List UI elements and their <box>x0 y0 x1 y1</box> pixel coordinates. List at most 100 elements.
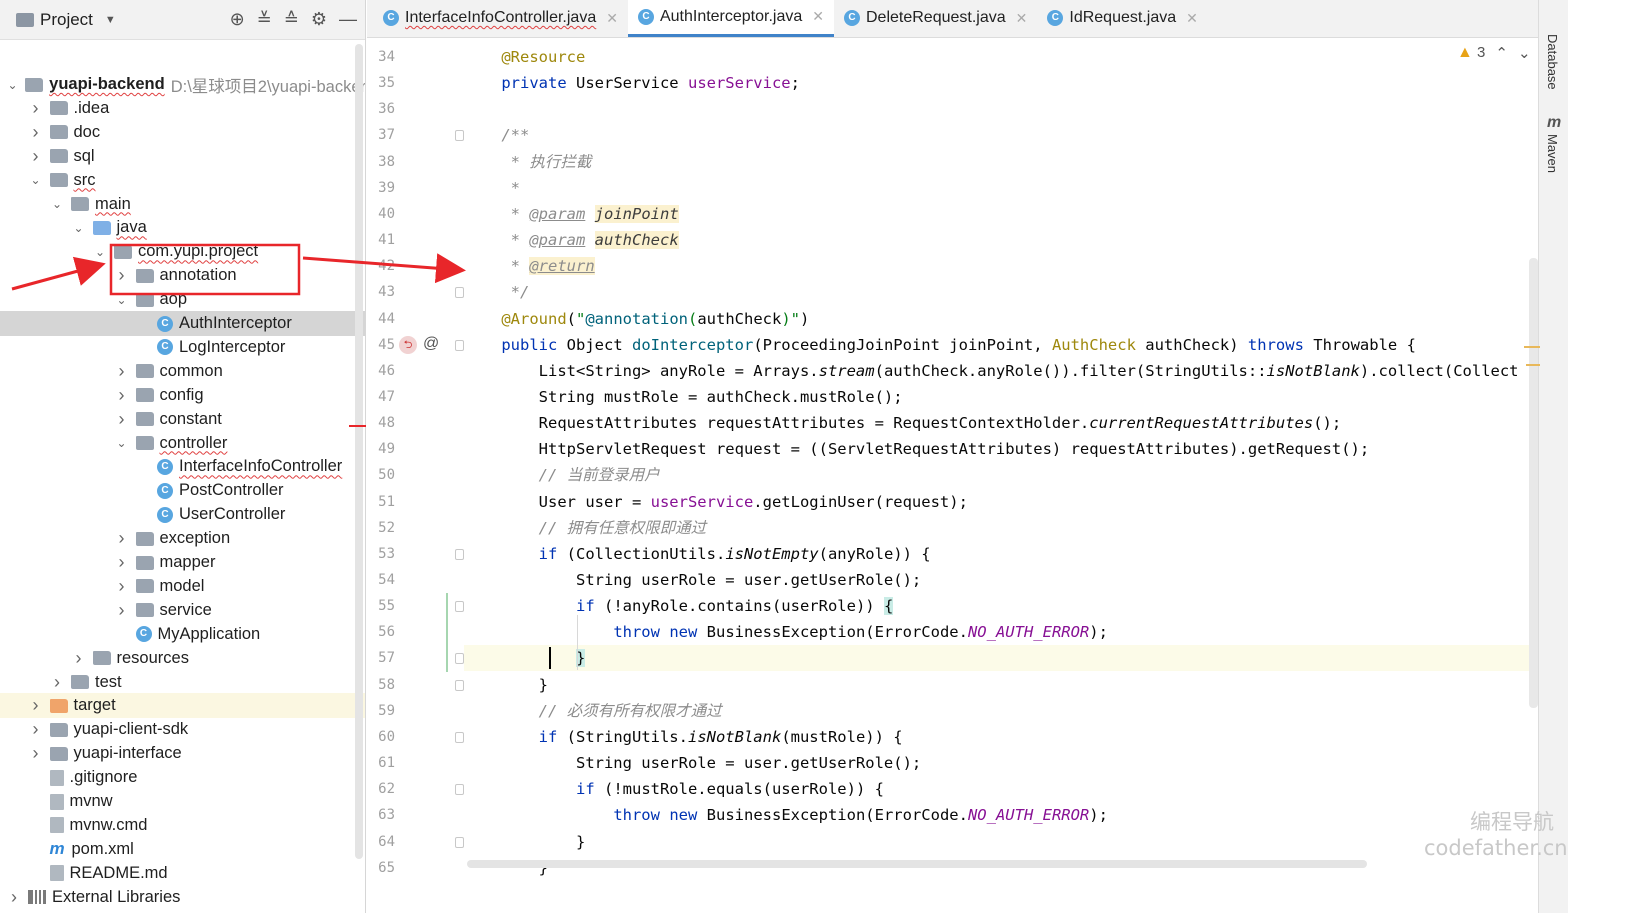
tree-item[interactable]: mvnw.cmd <box>0 813 365 838</box>
chevron-right-icon[interactable]: › <box>28 743 44 764</box>
chevron-right-icon[interactable]: › <box>114 361 130 382</box>
annotation-gutter-icon[interactable]: @ <box>423 335 439 353</box>
chevron-right-icon[interactable]: › <box>114 385 130 406</box>
tree-item[interactable]: › target <box>0 693 365 719</box>
chevron-right-icon[interactable]: › <box>114 600 130 621</box>
watermark-text: 编程导航 <box>1470 810 1554 834</box>
tree-item[interactable]: C PostController <box>0 478 365 503</box>
chevron-right-icon[interactable]: › <box>114 576 130 597</box>
tree-item[interactable]: ⌄ controller <box>0 431 365 456</box>
tree-item[interactable]: › constant <box>0 407 365 432</box>
chevron-down-icon[interactable]: ▼ <box>105 14 116 26</box>
close-icon[interactable]: ✕ <box>1016 10 1028 27</box>
chevron-down-icon[interactable]: ⌄ <box>114 293 130 307</box>
fold-marker[interactable] <box>455 653 464 665</box>
editor-tab[interactable]: C IdRequest.java ✕ <box>1037 0 1207 37</box>
tree-item[interactable]: C InterfaceInfoController <box>0 454 365 479</box>
tree-item[interactable]: .gitignore <box>0 765 365 790</box>
code-line: * @return <box>501 257 595 276</box>
chevron-right-icon[interactable]: › <box>28 98 44 119</box>
tree-item[interactable]: › test <box>0 670 365 695</box>
close-icon[interactable]: ✕ <box>812 8 824 25</box>
fold-marker[interactable] <box>455 548 464 560</box>
inspection-widget[interactable]: ▲ 3 ⌃ ⌄ <box>1457 44 1531 62</box>
project-scrollbar[interactable] <box>355 44 363 859</box>
close-icon[interactable]: ✕ <box>1186 10 1198 27</box>
editor-tab[interactable]: C DeleteRequest.java ✕ <box>834 0 1037 37</box>
tree-item[interactable]: C UserController <box>0 502 365 527</box>
tree-item[interactable]: ⌄ aop <box>0 287 365 312</box>
editor-tab[interactable]: C InterfaceInfoController.java ✕ <box>373 0 628 37</box>
collapse-all-icon[interactable]: ≙ <box>284 9 299 30</box>
chevron-down-icon[interactable]: ⌄ <box>49 197 65 211</box>
close-icon[interactable]: ✕ <box>606 10 618 27</box>
code-line: // 当前登录用户 <box>538 466 660 485</box>
tree-item[interactable]: › doc <box>0 120 365 145</box>
fold-marker[interactable] <box>455 731 464 743</box>
gear-icon[interactable]: ⚙ <box>311 9 327 30</box>
tree-item[interactable]: › mapper <box>0 550 365 575</box>
tree-item[interactable]: › model <box>0 574 365 599</box>
chevron-down-icon[interactable]: ⌄ <box>92 245 108 259</box>
database-tool-button[interactable]: Database <box>1545 34 1560 90</box>
tree-item[interactable]: › yuapi-client-sdk <box>0 717 365 742</box>
tree-item[interactable]: › sql <box>0 144 365 169</box>
tree-item[interactable]: › service <box>0 598 365 623</box>
next-highlight-icon[interactable]: ⌄ <box>1518 44 1531 62</box>
maven-tool-button[interactable]: Maven <box>1545 134 1560 173</box>
tree-item[interactable]: README.md <box>0 861 365 886</box>
project-view-selector[interactable]: Project ▼ <box>16 10 116 30</box>
tree-item[interactable]: › resources <box>0 646 365 671</box>
tree-item[interactable]: mvnw <box>0 789 365 814</box>
previous-highlight-icon[interactable]: ⌃ <box>1495 44 1508 62</box>
chevron-right-icon[interactable]: › <box>114 265 130 286</box>
chevron-down-icon[interactable]: ⌄ <box>71 221 87 235</box>
fold-marker[interactable] <box>455 287 464 299</box>
tree-item[interactable]: › External Libraries <box>0 885 365 910</box>
editor-tab[interactable]: C AuthInterceptor.java ✕ <box>627 0 834 37</box>
chevron-down-icon[interactable]: ⌄ <box>114 436 130 450</box>
tree-item[interactable]: m pom.xml <box>0 837 365 862</box>
aspect-gutter-icon[interactable]: ⮌ <box>399 335 417 354</box>
chevron-right-icon[interactable]: › <box>28 695 44 716</box>
fold-marker[interactable] <box>455 601 464 613</box>
chevron-right-icon[interactable]: › <box>49 672 65 693</box>
editor-horizontal-scrollbar[interactable] <box>467 860 1367 868</box>
tree-item[interactable]: ⌄ com.yupi.project <box>0 239 365 264</box>
tree-item[interactable]: C AuthInterceptor <box>0 311 365 336</box>
editor-vertical-scrollbar[interactable] <box>1529 258 1538 708</box>
tree-item[interactable]: ⌄ main <box>0 192 365 217</box>
chevron-down-icon[interactable]: ⌄ <box>28 173 44 187</box>
tree-item[interactable]: › yuapi-interface <box>0 741 365 766</box>
fold-marker[interactable] <box>455 679 464 691</box>
hide-panel-icon[interactable]: — <box>339 9 357 30</box>
chevron-right-icon[interactable]: › <box>71 648 87 669</box>
chevron-right-icon[interactable]: › <box>114 528 130 549</box>
fold-marker[interactable] <box>455 339 464 351</box>
tree-item[interactable]: › annotation <box>0 263 365 288</box>
maven-file-icon: m <box>49 839 65 859</box>
tree-item[interactable]: › config <box>0 383 365 408</box>
chevron-right-icon[interactable]: › <box>28 146 44 167</box>
tree-item[interactable]: › exception <box>0 526 365 551</box>
chevron-right-icon[interactable]: › <box>28 122 44 143</box>
tree-item[interactable]: C LogInterceptor <box>0 335 365 360</box>
tree-item[interactable]: ⌄ src <box>0 168 365 193</box>
code-area[interactable]: @Resource private UserService userServic… <box>464 40 1538 913</box>
warning-icon: ▲ <box>1457 44 1473 61</box>
chevron-right-icon[interactable]: › <box>114 552 130 573</box>
fold-marker[interactable] <box>455 130 464 142</box>
chevron-down-icon[interactable]: ⌄ <box>6 78 19 92</box>
select-opened-file-icon[interactable]: ⊕ <box>230 9 245 30</box>
expand-all-icon[interactable]: ≚ <box>257 9 272 30</box>
chevron-right-icon[interactable]: › <box>28 719 44 740</box>
tree-item[interactable]: › common <box>0 359 365 384</box>
tree-item[interactable]: C MyApplication <box>0 622 365 647</box>
fold-marker[interactable] <box>455 784 464 796</box>
tree-item[interactable]: ⌄ java <box>0 215 365 240</box>
chevron-right-icon[interactable]: › <box>6 887 22 908</box>
tree-item[interactable]: › .idea <box>0 96 365 121</box>
tree-item[interactable]: ⌄ yuapi-backend D:\星球项目2\yuapi-backer <box>0 72 365 97</box>
fold-marker[interactable] <box>455 836 464 848</box>
chevron-right-icon[interactable]: › <box>114 409 130 430</box>
